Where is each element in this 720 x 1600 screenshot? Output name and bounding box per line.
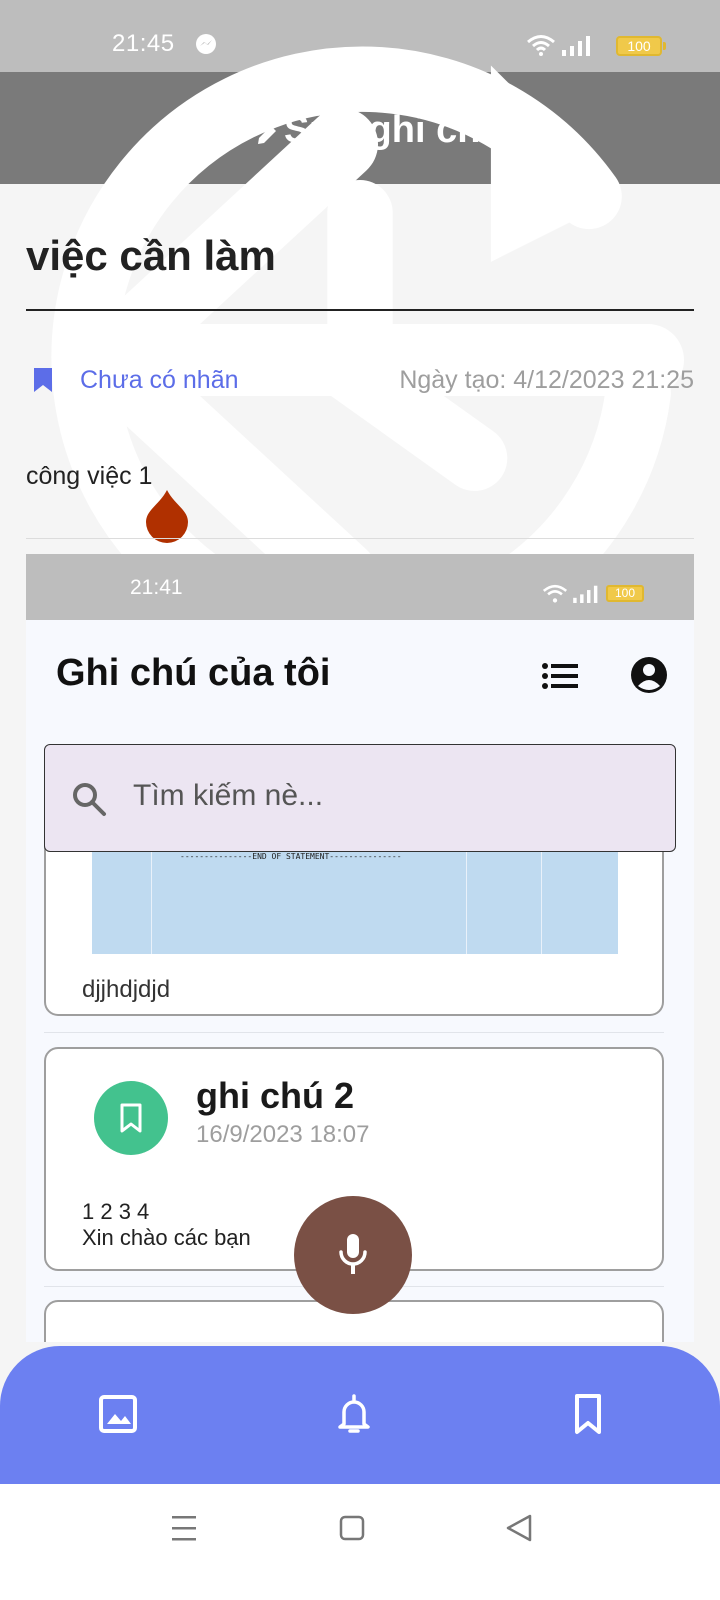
content-divider [26, 538, 694, 539]
account-icon [631, 657, 667, 693]
note-card-text: Xin chào các bạn [82, 1225, 251, 1250]
note-card-date: 16/9/2023 18:07 [196, 1121, 370, 1148]
statement-text: ---------------END OF STATEMENT---------… [180, 852, 402, 861]
title-underline [26, 309, 694, 311]
note-card-title: ghi chú 2 [196, 1075, 355, 1116]
image-heading: Ghi chú của tôi [56, 652, 331, 694]
bell-icon[interactable] [332, 1392, 376, 1436]
microphone-icon [339, 1234, 367, 1274]
tag-avatar [94, 1081, 168, 1155]
back-triangle-icon[interactable] [500, 1508, 540, 1548]
label-button[interactable]: Chưa có nhãn [80, 366, 239, 395]
image-status-icons: 100 [542, 584, 644, 603]
search-placeholder: Tìm kiếm nè... [133, 779, 324, 812]
image-icon[interactable] [96, 1392, 140, 1436]
battery-icon: 100 [606, 585, 644, 602]
voice-input-button[interactable] [294, 1196, 412, 1314]
note-content-input[interactable]: công việc 1 [26, 462, 152, 491]
note-card-text: djjhdjdjd [82, 976, 171, 1003]
image-status-time: 21:41 [130, 576, 183, 599]
image-status-bar: 21:41 100 [26, 554, 694, 620]
home-square-icon[interactable] [332, 1508, 372, 1548]
wifi-icon [542, 584, 568, 603]
divider [44, 1032, 664, 1033]
note-card-text: 1 2 3 4 [82, 1199, 150, 1224]
menu-icon[interactable] [164, 1508, 204, 1548]
created-date: Ngày tạo: 4/12/2023 21:25 [399, 366, 694, 394]
bookmark-label-icon[interactable] [32, 366, 54, 394]
bookmark-icon[interactable] [566, 1392, 610, 1436]
bookmark-icon [120, 1103, 142, 1133]
statement-thumbnail: ---------------END OF STATEMENT---------… [92, 850, 618, 954]
image-search-box: Tìm kiếm nè... [44, 744, 676, 852]
signal-icon [573, 585, 598, 603]
note-title-input[interactable]: việc cần làm [26, 232, 276, 280]
list-view-icon [542, 663, 578, 689]
search-icon [73, 783, 106, 816]
text-cursor-handle[interactable] [144, 488, 190, 544]
